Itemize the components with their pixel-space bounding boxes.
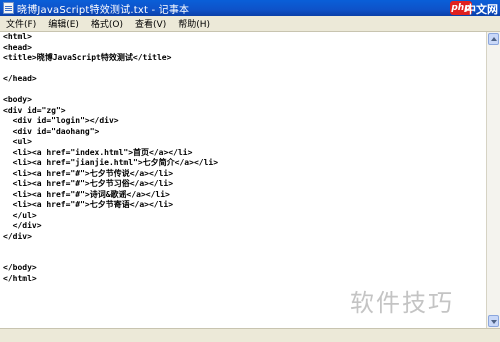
- code-line: <div id="daohang">: [3, 126, 100, 136]
- vertical-scrollbar[interactable]: [486, 32, 500, 328]
- code-line: </div>: [3, 221, 42, 230]
- menu-bar: 文件(F) 编辑(E) 格式(O) 查看(V) 帮助(H): [0, 16, 500, 32]
- menu-help[interactable]: 帮助(H): [172, 17, 216, 30]
- status-bar: [0, 328, 500, 342]
- code-line: </div>: [3, 231, 32, 241]
- window-title: 晓博JavaScript特效测试.txt - 记事本: [17, 4, 190, 16]
- code-line: <title>晓博JavaScript特效测试</title>: [3, 53, 172, 62]
- code-line: <li><a href="#">七夕节传说</a></li>: [3, 168, 174, 178]
- watermark-text: 软件技巧: [350, 289, 454, 317]
- scroll-down-arrow-icon[interactable]: [488, 315, 499, 327]
- code-line: </ul>: [3, 210, 37, 220]
- code-line: </head>: [3, 74, 37, 83]
- scroll-up-arrow-icon[interactable]: [488, 33, 499, 45]
- code-line: <li><a href="index.html">首页</a></li>: [3, 147, 193, 157]
- code-line: <html>: [3, 32, 32, 41]
- code-line: <div id="login"></div>: [3, 116, 119, 125]
- menu-view[interactable]: 查看(V): [129, 17, 172, 30]
- code-line: <div id="zg">: [3, 105, 66, 115]
- title-bar[interactable]: 晓博JavaScript特效测试.txt - 记事本 php 中文网: [0, 0, 500, 16]
- code-text: <html> <head> <title>晓博JavaScript特效测试</tit…: [0, 32, 486, 284]
- code-line: <body>: [3, 95, 32, 104]
- menu-edit[interactable]: 编辑(E): [42, 17, 85, 30]
- code-line: <li><a href="#">七夕节习俗</a></li>: [3, 179, 174, 188]
- code-line: <li><a href="#">诗词&歌谣</a></li>: [3, 189, 170, 199]
- menu-format[interactable]: 格式(O): [85, 17, 129, 30]
- logo-text: 中文网: [465, 3, 498, 16]
- menu-file[interactable]: 文件(F): [0, 17, 42, 30]
- code-line: <li><a href="jianjie.html">七夕简介</a></li>: [3, 158, 219, 167]
- code-line: <li><a href="#">七夕节寄语</a></li>: [3, 200, 174, 209]
- code-line: <ul>: [3, 137, 32, 146]
- notepad-icon: [3, 2, 14, 14]
- code-line: <head>: [3, 42, 32, 52]
- code-line: </body>: [3, 263, 37, 272]
